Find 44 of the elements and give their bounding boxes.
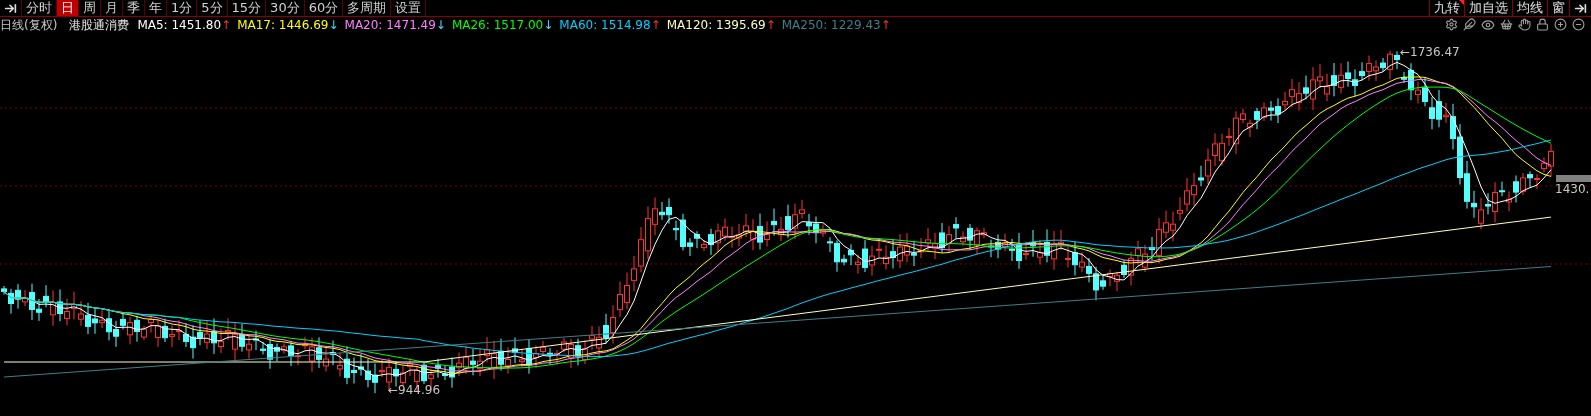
lock-icon[interactable] [1536,18,1549,31]
period-tab[interactable]: 年 [145,0,167,16]
basket-icon[interactable] [1500,18,1513,31]
trend-arrow: ↓ [328,16,339,34]
feather-icon[interactable] [1463,18,1476,31]
period-tab[interactable]: 30分 [266,0,305,16]
ma-value: MA26: 1517.00 [451,16,544,34]
period-tab[interactable]: 5分 [197,0,228,16]
index-name: 港股通消费 [69,16,130,34]
eye-icon[interactable] [1481,17,1495,32]
period-tab[interactable]: 60分 [304,0,344,16]
period-tab[interactable]: 设置 [391,0,427,16]
ma-value: MA20: 1471.49 [344,16,436,34]
price-marker [1556,175,1591,182]
period-tab[interactable]: 15分 [227,0,267,16]
trend-arrow: ↑ [221,16,232,34]
period-tab[interactable]: 周 [79,0,101,16]
zoom-in-icon[interactable] [1554,18,1567,31]
trend-arrow: ↓ [435,16,446,34]
period-tab[interactable]: 日 [57,0,79,16]
period-tab[interactable]: 季 [123,0,145,16]
period-tab[interactable]: 月 [101,0,123,16]
settings-icon[interactable] [1445,18,1458,31]
period-tab[interactable]: 1分 [167,0,198,16]
zoom-out-icon[interactable] [1572,18,1585,31]
ma-value: MA60: 1514.98 [559,16,651,34]
ma-value: MA250: 1229.43 [781,16,881,34]
ma-value: MA17: 1446.69 [237,16,329,34]
toolbar-button[interactable]: 窗 [1547,0,1569,16]
toolbar-button[interactable]: 均线 [1512,0,1547,16]
high-price-label: ←1736.47 [1400,45,1460,59]
trend-arrow: ↑ [880,16,891,34]
ma-value: MA5: 1451.80 [137,16,222,34]
trend-arrow: ↑ [650,16,661,34]
period-label: 日线(复权) [0,16,58,34]
toolbar-button[interactable]: 加自选 [1464,0,1512,16]
low-price-label: ←944.96 [388,383,441,397]
current-price-label: 1430. [1555,182,1590,196]
hand-icon[interactable] [1518,18,1531,31]
trend-arrow: ↓ [543,16,554,34]
period-tab[interactable]: 多周期 [343,0,392,16]
toolbar-button[interactable]: 九转 [1429,0,1464,16]
ma-value: MA120: 1395.69 [666,16,766,34]
trend-arrow: ↑ [765,16,776,34]
